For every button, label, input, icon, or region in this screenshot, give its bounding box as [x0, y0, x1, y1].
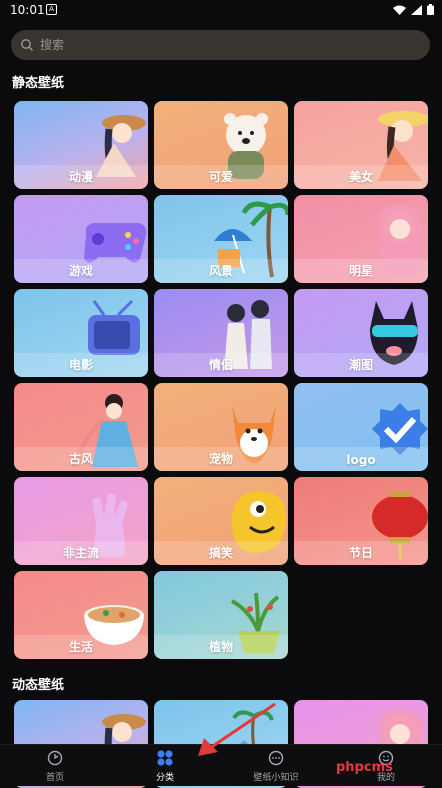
search-input[interactable]	[38, 37, 412, 53]
category-label: 潮图	[348, 358, 373, 372]
category-tile[interactable]: 游戏	[14, 195, 148, 283]
category-label: 植物	[208, 640, 233, 654]
status-bar: 10:01 A	[0, 0, 442, 22]
signal-icon	[411, 4, 422, 15]
category-tile[interactable]: 动漫	[14, 101, 148, 189]
category-label: 美女	[348, 170, 373, 184]
nav-home-label: 首页	[45, 773, 64, 783]
nav-category-label: 分类	[155, 773, 174, 783]
watermark: phpcms	[336, 760, 393, 775]
nav-home[interactable]: 首页	[15, 749, 95, 783]
category-label: 非主流	[62, 546, 99, 560]
category-tile[interactable]: 非主流	[14, 477, 148, 565]
battery-icon	[427, 4, 434, 15]
category-label: 节日	[348, 546, 373, 560]
category-tile[interactable]: 节日	[294, 477, 428, 565]
category-label: 情侣	[208, 358, 233, 372]
category-label: 电影	[68, 358, 93, 372]
category-label: 明星	[348, 264, 373, 278]
category-label: 宠物	[208, 452, 233, 466]
wifi-icon	[393, 5, 406, 15]
nav-tips-label: 壁纸小知识	[253, 773, 299, 783]
dynamic-section-title: 动态壁纸	[12, 678, 65, 693]
category-tile[interactable]: 可爱	[154, 101, 288, 189]
category-tile[interactable]: 电影	[14, 289, 148, 377]
status-icons	[393, 4, 434, 15]
status-time: 10:01	[10, 3, 45, 17]
search-bar[interactable]	[11, 30, 430, 60]
category-tile[interactable]: 潮图	[294, 289, 428, 377]
category-icon	[157, 750, 173, 766]
category-tile[interactable]: 风景	[154, 195, 288, 283]
category-tile[interactable]: 植物	[154, 571, 288, 659]
static-section-title: 静态壁纸	[12, 76, 65, 91]
category-tile[interactable]: 情侣	[154, 289, 288, 377]
category-label: 古风	[68, 452, 93, 466]
category-label: 游戏	[68, 264, 93, 278]
category-label: 可爱	[208, 170, 233, 184]
category-tile[interactable]: 美女	[294, 101, 428, 189]
home-icon	[47, 750, 63, 766]
category-label: 生活	[68, 640, 93, 654]
category-tile[interactable]: 搞笑	[154, 477, 288, 565]
category-tile[interactable]: 明星	[294, 195, 428, 283]
notification-icon: A	[46, 4, 57, 15]
category-label: 搞笑	[208, 546, 233, 560]
category-tile[interactable]: 宠物	[154, 383, 288, 471]
annotation-arrow	[198, 702, 276, 756]
category-tile[interactable]: 生活	[14, 571, 148, 659]
category-label: 风景	[208, 264, 233, 278]
category-tile[interactable]: logo	[294, 383, 428, 471]
category-tile[interactable]: 古风	[14, 383, 148, 471]
search-icon	[21, 39, 33, 51]
category-label: 动漫	[68, 170, 93, 184]
category-label: logo	[346, 453, 376, 467]
static-category-grid: 动漫 可爱 美女游戏 风景 明星电影 情侣 潮图古风 宠物 logo 非主流 搞笑 节日生活 植物	[14, 101, 428, 659]
